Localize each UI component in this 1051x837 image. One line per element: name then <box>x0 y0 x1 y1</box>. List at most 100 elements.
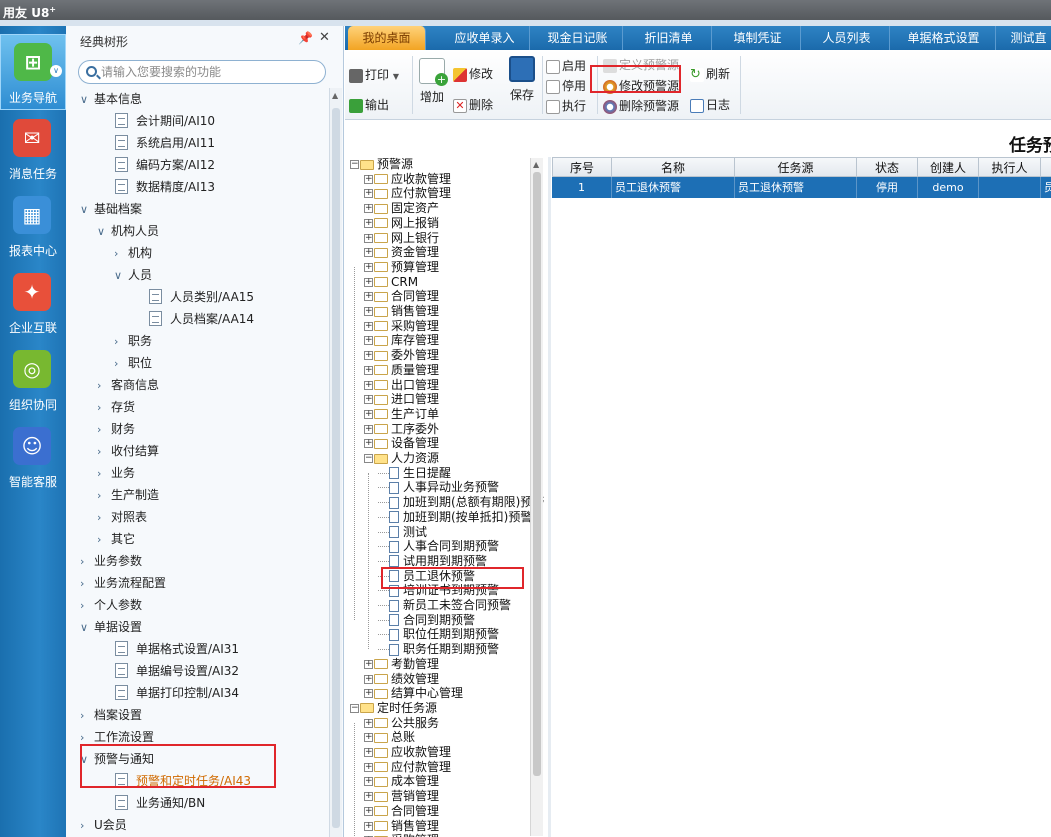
nav-group-item[interactable]: › 档案设置 <box>80 704 142 726</box>
expand-icon[interactable]: + <box>364 233 373 243</box>
nav-group-item[interactable]: ∨ 机构人员 <box>97 220 159 242</box>
tree-folder-item[interactable]: + 合同管理 <box>364 804 439 819</box>
tab[interactable]: 人员列表 <box>804 26 890 50</box>
expand-icon[interactable]: + <box>364 439 373 449</box>
nav-group-item[interactable]: › 职位 <box>114 352 152 374</box>
tree-folder-item[interactable]: − 人力资源 <box>364 451 439 466</box>
chevron-right-icon[interactable]: › <box>80 595 94 617</box>
nav-group-item[interactable]: › 机构 <box>114 242 152 264</box>
nav-group-item[interactable]: › U会员 <box>80 814 127 836</box>
table-header-cell[interactable]: 名称 <box>612 157 735 177</box>
nav-group-item[interactable]: › 职务 <box>114 330 152 352</box>
tree-leaf-item[interactable]: 人事合同到期预警 <box>378 539 499 554</box>
expand-icon[interactable]: + <box>364 336 373 346</box>
delete-button[interactable]: ✕ 删除 <box>453 96 493 113</box>
tab[interactable]: 应收单录入 <box>440 26 530 50</box>
chevron-right-icon[interactable]: › <box>97 507 111 529</box>
tree-folder-item[interactable]: − 定时任务源 <box>350 701 437 716</box>
expand-icon[interactable]: + <box>364 762 373 772</box>
tree-folder-item[interactable]: + 设备管理 <box>364 436 439 451</box>
expand-icon[interactable]: + <box>364 821 373 831</box>
tree-leaf-item[interactable]: 人事异动业务预警 <box>378 480 499 495</box>
tree-folder-item[interactable]: + 绩效管理 <box>364 672 439 687</box>
chevron-right-icon[interactable]: › <box>97 441 111 463</box>
chevron-right-icon[interactable]: › <box>80 815 94 837</box>
nav-group-item[interactable]: › 业务流程配置 <box>80 572 166 594</box>
tree-folder-item[interactable]: + 营销管理 <box>364 789 439 804</box>
save-button[interactable]: 保存 <box>508 56 536 103</box>
tree-folder-item[interactable]: + 网上报销 <box>364 216 439 231</box>
nav-scroll-thumb[interactable] <box>332 108 340 828</box>
expand-icon[interactable]: + <box>364 218 373 228</box>
nav-leaf-item[interactable]: 系统启用/AI11 <box>115 132 215 154</box>
nav-group-item[interactable]: › 业务 <box>97 462 135 484</box>
tab[interactable]: 单据格式设置 <box>892 26 996 50</box>
tree-folder-item[interactable]: + 预算管理 <box>364 260 439 275</box>
rail-item[interactable]: ✦ 企业互联 <box>0 265 66 341</box>
nav-group-item[interactable]: › 客商信息 <box>97 374 159 396</box>
tree-folder-item[interactable]: + 应收款管理 <box>364 172 451 187</box>
table-cell[interactable]: 员 <box>1041 177 1051 198</box>
expand-icon[interactable]: + <box>364 189 373 199</box>
nav-group-item[interactable]: ∨ 基本信息 <box>80 88 142 110</box>
rail-item[interactable]: ✉ 消息任务 <box>0 111 66 187</box>
expand-icon[interactable]: + <box>364 292 373 302</box>
nav-leaf-item[interactable]: 数据精度/AI13 <box>115 176 215 198</box>
tab[interactable]: 我的桌面 <box>348 26 426 50</box>
tree-folder-item[interactable]: + 固定资产 <box>364 201 439 216</box>
scroll-up-icon[interactable]: ▲ <box>332 91 338 100</box>
nav-group-item[interactable]: ∨ 单据设置 <box>80 616 142 638</box>
tree-folder-item[interactable]: + 考勤管理 <box>364 657 439 672</box>
chevron-down-icon[interactable]: ∨ <box>97 221 111 243</box>
expand-icon[interactable]: + <box>364 718 373 728</box>
nav-leaf-item[interactable]: 人员档案/AA14 <box>149 308 254 330</box>
tree-leaf-item[interactable]: 加班到期(总额有期限)预警 <box>378 495 544 510</box>
expand-icon[interactable]: + <box>364 174 373 184</box>
tree-folder-item[interactable]: + 网上银行 <box>364 231 439 246</box>
tree-folder-item[interactable]: + 工序委外 <box>364 422 439 437</box>
nav-leaf-item[interactable]: 单据打印控制/AI34 <box>115 682 239 704</box>
nav-group-item[interactable]: › 财务 <box>97 418 135 440</box>
tree-folder-item[interactable]: + 进口管理 <box>364 392 439 407</box>
table-cell[interactable]: 员工退休预警 <box>612 177 735 198</box>
tree-folder-item[interactable]: + 采购管理 <box>364 319 439 334</box>
chevron-right-icon[interactable]: › <box>80 573 94 595</box>
chevron-right-icon[interactable]: › <box>97 375 111 397</box>
nav-group-item[interactable]: › 收付结算 <box>97 440 159 462</box>
tree-folder-item[interactable]: + CRM <box>364 275 418 290</box>
enable-button[interactable]: 启用 <box>546 57 586 74</box>
chevron-right-icon[interactable]: › <box>114 243 128 265</box>
search-input[interactable]: 请输入您要搜索的功能 <box>78 60 326 84</box>
nav-group-item[interactable]: › 对照表 <box>97 506 147 528</box>
collapse-icon[interactable]: − <box>350 703 359 713</box>
table-header-cell[interactable] <box>1041 157 1051 177</box>
collapse-icon[interactable]: − <box>364 454 373 463</box>
collapse-icon[interactable]: − <box>350 160 359 169</box>
execute-button[interactable]: 执行 <box>546 97 586 114</box>
expand-icon[interactable]: + <box>364 262 373 272</box>
tree-folder-item[interactable]: + 销售管理 <box>364 819 439 834</box>
expand-icon[interactable]: + <box>364 248 373 258</box>
tree-folder-item[interactable]: + 生产订单 <box>364 407 439 422</box>
nav-leaf-item[interactable]: 人员类别/AA15 <box>149 286 254 308</box>
chevron-right-icon[interactable]: › <box>114 353 128 375</box>
nav-group-item[interactable]: › 生产制造 <box>97 484 159 506</box>
tree-leaf-item[interactable]: 职位任期到期预警 <box>378 627 499 642</box>
pin-icon[interactable]: 📌 <box>298 31 313 45</box>
tree-folder-item[interactable]: + 委外管理 <box>364 348 439 363</box>
expand-icon[interactable]: + <box>364 351 373 361</box>
expand-icon[interactable]: + <box>364 395 373 405</box>
table-cell[interactable]: demo <box>918 177 979 198</box>
rail-item[interactable]: ◎ 组织协同 <box>0 342 66 418</box>
tree-folder-item[interactable]: + 出口管理 <box>364 378 439 393</box>
expand-icon[interactable]: + <box>364 277 373 287</box>
expand-icon[interactable]: + <box>364 674 373 684</box>
table-header-cell[interactable]: 状态 <box>857 157 918 177</box>
tree-leaf-item[interactable]: 生日提醒 <box>378 466 451 481</box>
tree-folder-item[interactable]: + 总账 <box>364 730 415 745</box>
print-button[interactable]: 打印 ▼ <box>349 66 399 83</box>
expand-icon[interactable]: + <box>364 307 373 316</box>
scroll-up-icon[interactable]: ▲ <box>533 160 539 169</box>
edit-button[interactable]: 修改 <box>453 65 493 82</box>
tree-folder-item[interactable]: + 质量管理 <box>364 363 439 378</box>
